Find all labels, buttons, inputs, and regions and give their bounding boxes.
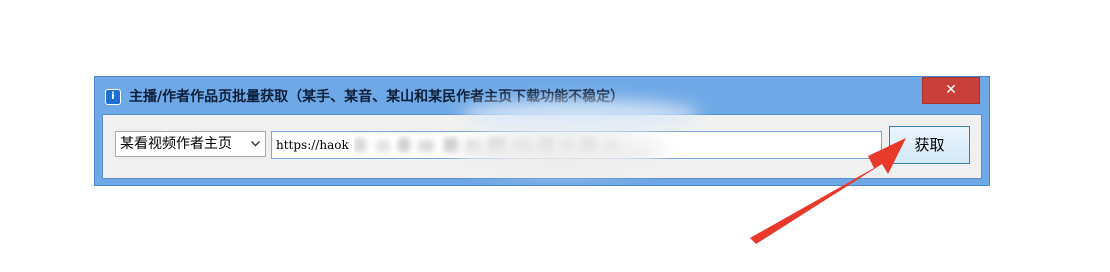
screenshot-canvas: i 主播/作者作品页批量获取（某手、某音、某山和某民作者主页下载功能不稳定） ✕… [0,0,1110,272]
annotation-arrow-icon [750,138,906,244]
chevron-down-icon [251,141,260,147]
app-info-icon: i [105,89,121,105]
source-type-select-value: 某看视频作者主页 [120,136,232,152]
close-button[interactable]: ✕ [922,77,980,104]
url-input-value: https://haok [276,138,349,152]
title-redaction-blur [455,100,700,172]
source-type-select[interactable]: 某看视频作者主页 [115,131,266,157]
